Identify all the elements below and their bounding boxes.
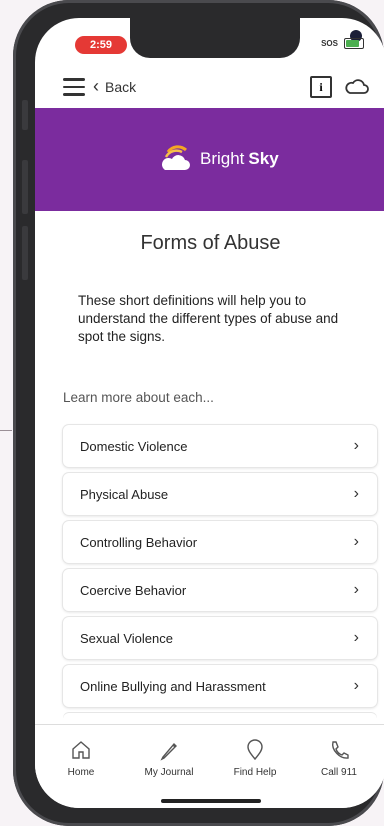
- tab-home[interactable]: Home: [41, 739, 121, 778]
- cloud-icon[interactable]: [344, 75, 370, 97]
- bottom-tab-bar: Home My Journal Find Help Call 911: [35, 724, 384, 808]
- brand-banner: Bright Sky: [35, 108, 384, 211]
- side-button: [22, 226, 28, 280]
- tab-label: My Journal: [144, 767, 194, 778]
- chevron-right-icon: ›: [353, 629, 359, 646]
- side-button: [22, 160, 28, 214]
- list-item-label: Sexual Violence: [80, 630, 173, 646]
- list-item-controlling-behavior[interactable]: Controlling Behavior ›: [63, 521, 377, 563]
- home-icon: [72, 741, 90, 759]
- home-indicator[interactable]: [161, 799, 261, 803]
- list-item-label: Coercive Behavior: [80, 582, 187, 598]
- list-item-label: Physical Abuse: [80, 486, 169, 502]
- list-item-online-bullying[interactable]: Online Bullying and Harassment ›: [63, 665, 377, 707]
- list-item-domestic-violence[interactable]: Domestic Violence ›: [63, 425, 377, 467]
- menu-icon[interactable]: [63, 78, 85, 96]
- sos-label: SOS: [321, 39, 338, 48]
- location-pin-icon: [247, 739, 263, 761]
- list-item-sexual-violence[interactable]: Sexual Violence ›: [63, 617, 377, 659]
- edge-line: [0, 430, 12, 431]
- back-label: Back: [105, 78, 137, 95]
- pencil-icon: [160, 742, 177, 761]
- notch: [130, 18, 362, 58]
- list-item-label: Domestic Violence: [80, 438, 188, 454]
- screen: 2:59 SOS ‹ Back i Bright Sky Forms of Ab…: [35, 18, 384, 808]
- chevron-right-icon: ›: [353, 437, 359, 454]
- list-item-label: Controlling Behavior: [80, 534, 198, 550]
- battery-icon: [344, 38, 364, 49]
- brand-logo: Bright Sky: [160, 144, 279, 174]
- side-button: [22, 100, 28, 130]
- list-item-physical-abuse[interactable]: Physical Abuse ›: [63, 473, 377, 515]
- chevron-right-icon: ›: [353, 485, 359, 502]
- page-title: Forms of Abuse: [140, 232, 281, 254]
- chevron-right-icon: ›: [353, 677, 359, 694]
- intro-text: These short definitions will help you to…: [78, 293, 339, 344]
- info-icon[interactable]: i: [310, 76, 332, 98]
- phone-frame: 2:59 SOS ‹ Back i Bright Sky Forms of Ab…: [13, 0, 384, 826]
- list-item-label: Online Bullying and Harassment: [80, 678, 266, 694]
- tab-call-911[interactable]: Call 911: [299, 739, 379, 778]
- tab-my-journal[interactable]: My Journal: [129, 739, 209, 778]
- chevron-right-icon: ›: [353, 581, 359, 598]
- status-icons: SOS: [321, 38, 364, 49]
- toolbar: ‹ Back i: [35, 68, 384, 106]
- tab-label: Call 911: [321, 767, 357, 778]
- back-button[interactable]: ‹ Back: [93, 76, 136, 97]
- abuse-types-list: Domestic Violence › Physical Abuse › Con…: [63, 425, 377, 739]
- chevron-right-icon: ›: [353, 533, 359, 550]
- tab-label: Home: [67, 767, 95, 778]
- brand-name-bold: Sky: [248, 149, 279, 168]
- phone-icon: [332, 741, 349, 759]
- tab-find-help[interactable]: Find Help: [215, 739, 295, 778]
- brand-name-light: Bright: [200, 149, 245, 168]
- status-time: 2:59: [75, 36, 127, 54]
- sun-cloud-logo-icon: [161, 145, 190, 170]
- tab-label: Find Help: [233, 767, 277, 778]
- list-item-coercive-behavior[interactable]: Coercive Behavior ›: [63, 569, 377, 611]
- learn-more-label: Learn more about each...: [63, 390, 214, 405]
- chevron-left-icon: ‹: [93, 76, 99, 96]
